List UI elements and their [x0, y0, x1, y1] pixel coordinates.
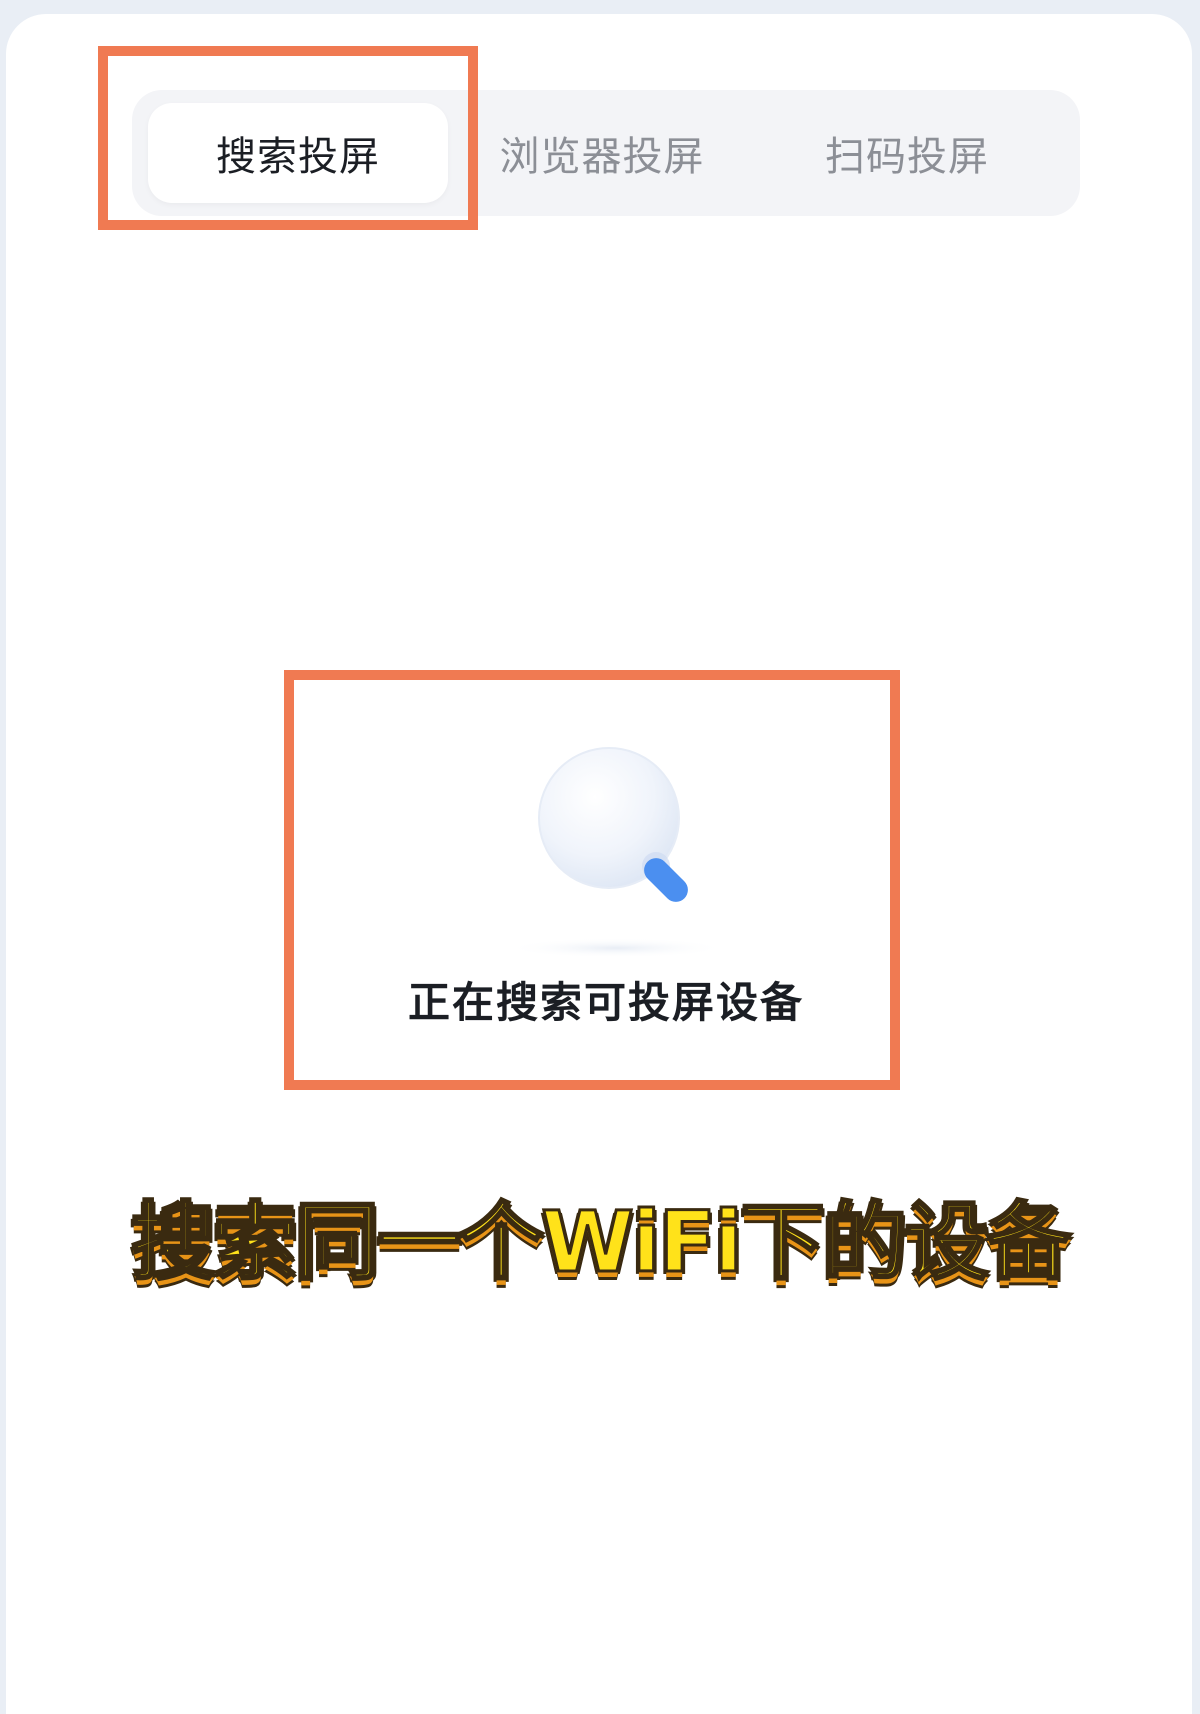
overlay-caption: 搜索同一个WiFi下的设备 — [130, 1192, 1073, 1293]
tab-browser-cast[interactable]: 浏览器投屏 — [472, 90, 732, 216]
search-area-highlight-frame — [284, 670, 900, 1090]
tab-scan-cast[interactable]: 扫码投屏 — [782, 90, 1032, 216]
tab-highlight-frame — [98, 46, 478, 230]
